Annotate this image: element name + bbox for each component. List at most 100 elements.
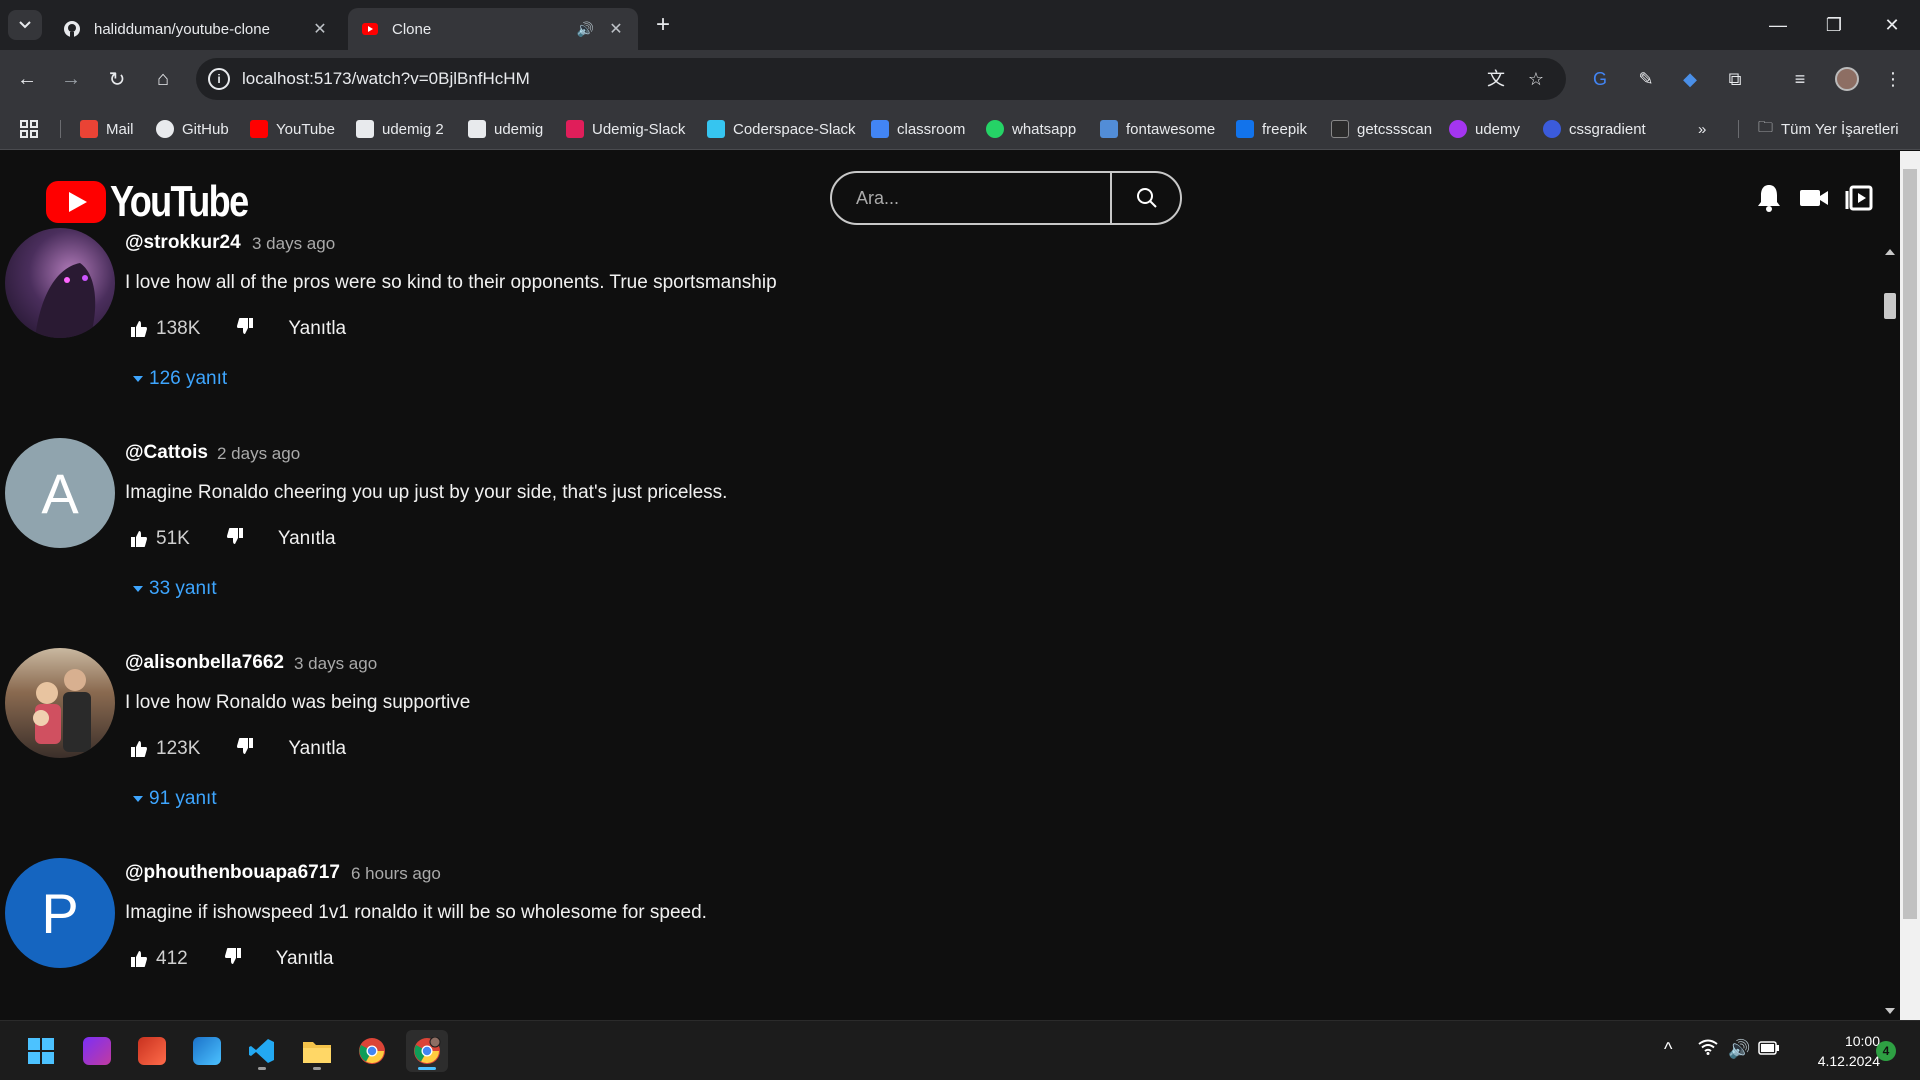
- avatar[interactable]: P: [5, 858, 115, 968]
- bookmark-item[interactable]: freepik: [1236, 118, 1307, 140]
- chrome-icon[interactable]: [351, 1030, 393, 1072]
- like-button[interactable]: 412: [130, 948, 188, 970]
- youtube-logo[interactable]: YouTube: [46, 177, 278, 227]
- system-clock[interactable]: 10:00 4.12.2024: [1790, 1031, 1880, 1071]
- file-explorer-icon[interactable]: [296, 1030, 338, 1072]
- dislike-button[interactable]: [236, 317, 254, 341]
- tab-clone[interactable]: Clone 🔊 ✕: [348, 8, 638, 50]
- comment-time: 3 days ago: [294, 654, 378, 673]
- bookmark-item[interactable]: classroom: [871, 118, 965, 140]
- like-button[interactable]: 138K: [130, 318, 200, 340]
- comment-author[interactable]: @alisonbella7662: [125, 652, 284, 674]
- more-bookmarks-icon[interactable]: »: [1698, 118, 1706, 140]
- eyedropper-extension-icon[interactable]: ✎: [1633, 66, 1659, 92]
- bookmark-item[interactable]: fontawesome: [1100, 118, 1215, 140]
- address-bar[interactable]: i localhost:5173/watch?v=0BjlBnfHcHM 文 ☆: [196, 58, 1566, 100]
- comment-author[interactable]: @phouthenbouapa6717: [125, 862, 340, 884]
- volume-icon[interactable]: 🔊: [1728, 1039, 1750, 1060]
- url-text[interactable]: localhost:5173/watch?v=0BjlBnfHcHM: [242, 69, 530, 89]
- comment-author[interactable]: @Cattois: [125, 442, 208, 464]
- extension-icon[interactable]: ◆: [1677, 66, 1703, 92]
- site-info-icon[interactable]: i: [208, 68, 230, 90]
- chrome-profile-icon[interactable]: [406, 1030, 448, 1072]
- avatar[interactable]: A: [5, 438, 115, 548]
- home-icon[interactable]: ⌂: [148, 64, 178, 94]
- vscode-icon[interactable]: [241, 1030, 283, 1072]
- tab-search-button[interactable]: [8, 10, 42, 40]
- affinity-designer-icon[interactable]: [186, 1030, 228, 1072]
- translate-icon[interactable]: 文: [1484, 67, 1508, 91]
- bookmark-item[interactable]: udemig 2: [356, 118, 444, 140]
- show-replies-button[interactable]: 126 yanıt: [133, 368, 227, 390]
- restore-icon[interactable]: ❐: [1806, 0, 1862, 50]
- reply-button[interactable]: Yanıtla: [278, 528, 336, 550]
- bell-icon[interactable]: [1752, 181, 1786, 215]
- comment-actions: 412 Yanıtla: [130, 947, 333, 971]
- bookmark-item[interactable]: YouTube: [250, 118, 335, 140]
- audio-playing-icon[interactable]: 🔊: [577, 21, 594, 38]
- menu-dots-icon[interactable]: ⋮: [1880, 66, 1906, 92]
- page-scrollbar[interactable]: [1900, 151, 1920, 1020]
- wifi-icon[interactable]: [1698, 1039, 1718, 1060]
- affinity-photo-icon[interactable]: [76, 1030, 118, 1072]
- bookmark-star-icon[interactable]: ☆: [1524, 67, 1548, 91]
- minimize-icon[interactable]: —: [1750, 0, 1806, 50]
- apps-grid-icon[interactable]: [20, 118, 38, 140]
- bookmark-item[interactable]: Coderspace-Slack: [707, 118, 856, 140]
- close-tab-icon[interactable]: ✕: [310, 19, 330, 39]
- page-scrollbar-thumb[interactable]: [1903, 169, 1917, 919]
- github-icon: [62, 19, 82, 39]
- scroll-down-arrow-icon[interactable]: [1885, 1008, 1895, 1014]
- notification-badge[interactable]: 4: [1876, 1041, 1896, 1061]
- media-control-icon[interactable]: ≡: [1787, 66, 1813, 92]
- like-count: 51K: [156, 528, 190, 549]
- bookmark-item[interactable]: udemig: [468, 118, 543, 140]
- reply-button[interactable]: Yanıtla: [288, 738, 346, 760]
- google-translate-extension-icon[interactable]: G: [1587, 66, 1613, 92]
- avatar[interactable]: [5, 648, 115, 758]
- new-tab-button[interactable]: +: [650, 12, 676, 38]
- slack-icon: [566, 120, 584, 138]
- dislike-button[interactable]: [236, 737, 254, 761]
- search-input[interactable]: [832, 173, 1110, 223]
- profile-avatar[interactable]: [1834, 66, 1860, 92]
- reload-icon[interactable]: ↻: [102, 64, 132, 94]
- scroll-up-arrow-icon[interactable]: [1885, 249, 1895, 255]
- reply-button[interactable]: Yanıtla: [276, 948, 334, 970]
- bookmark-item[interactable]: GitHub: [156, 118, 229, 140]
- playlist-play-icon[interactable]: [1842, 181, 1876, 215]
- bookmark-item[interactable]: udemy: [1449, 118, 1520, 140]
- like-button[interactable]: 51K: [130, 528, 190, 550]
- show-replies-button[interactable]: 91 yanıt: [133, 788, 217, 810]
- video-camera-icon[interactable]: [1797, 181, 1831, 215]
- reply-button[interactable]: Yanıtla: [288, 318, 346, 340]
- like-button[interactable]: 123K: [130, 738, 200, 760]
- show-hidden-icons-chevron-icon[interactable]: ^: [1664, 1039, 1672, 1060]
- dislike-button[interactable]: [226, 527, 244, 551]
- bookmark-item[interactable]: Udemig-Slack: [566, 118, 685, 140]
- bookmark-label: whatsapp: [1012, 120, 1077, 138]
- show-replies-button[interactable]: 33 yanıt: [133, 578, 217, 600]
- dislike-button[interactable]: [224, 947, 242, 971]
- comment-author[interactable]: @strokkur24: [125, 232, 241, 254]
- avatar[interactable]: [5, 228, 115, 338]
- bookmark-item[interactable]: cssgradient: [1543, 118, 1646, 140]
- all-bookmarks-folder[interactable]: 🗀 Tüm Yer İşaretleri: [1758, 118, 1899, 140]
- back-arrow-icon[interactable]: ←: [12, 64, 42, 94]
- bookmark-item[interactable]: whatsapp: [986, 118, 1076, 140]
- extensions-puzzle-icon[interactable]: ⧉: [1722, 66, 1748, 92]
- forward-arrow-icon[interactable]: →: [56, 64, 86, 94]
- comment-text: Imagine Ronaldo cheering you up just by …: [125, 482, 728, 503]
- affinity-publisher-icon[interactable]: [131, 1030, 173, 1072]
- thumbs-up-icon: [131, 531, 147, 547]
- close-window-icon[interactable]: ✕: [1864, 0, 1920, 50]
- bookmark-item[interactable]: getcssscan: [1331, 118, 1432, 140]
- battery-icon[interactable]: [1758, 1039, 1780, 1060]
- scrollbar-thumb[interactable]: [1884, 293, 1896, 319]
- search-button[interactable]: [1110, 173, 1180, 223]
- tab-github[interactable]: halidduman/youtube-clone ✕: [50, 8, 342, 50]
- windows-start-icon[interactable]: [20, 1030, 62, 1072]
- close-tab-icon[interactable]: ✕: [606, 19, 626, 39]
- comments-scrollbar[interactable]: [1880, 243, 1900, 1020]
- bookmark-item[interactable]: Mail: [80, 118, 134, 140]
